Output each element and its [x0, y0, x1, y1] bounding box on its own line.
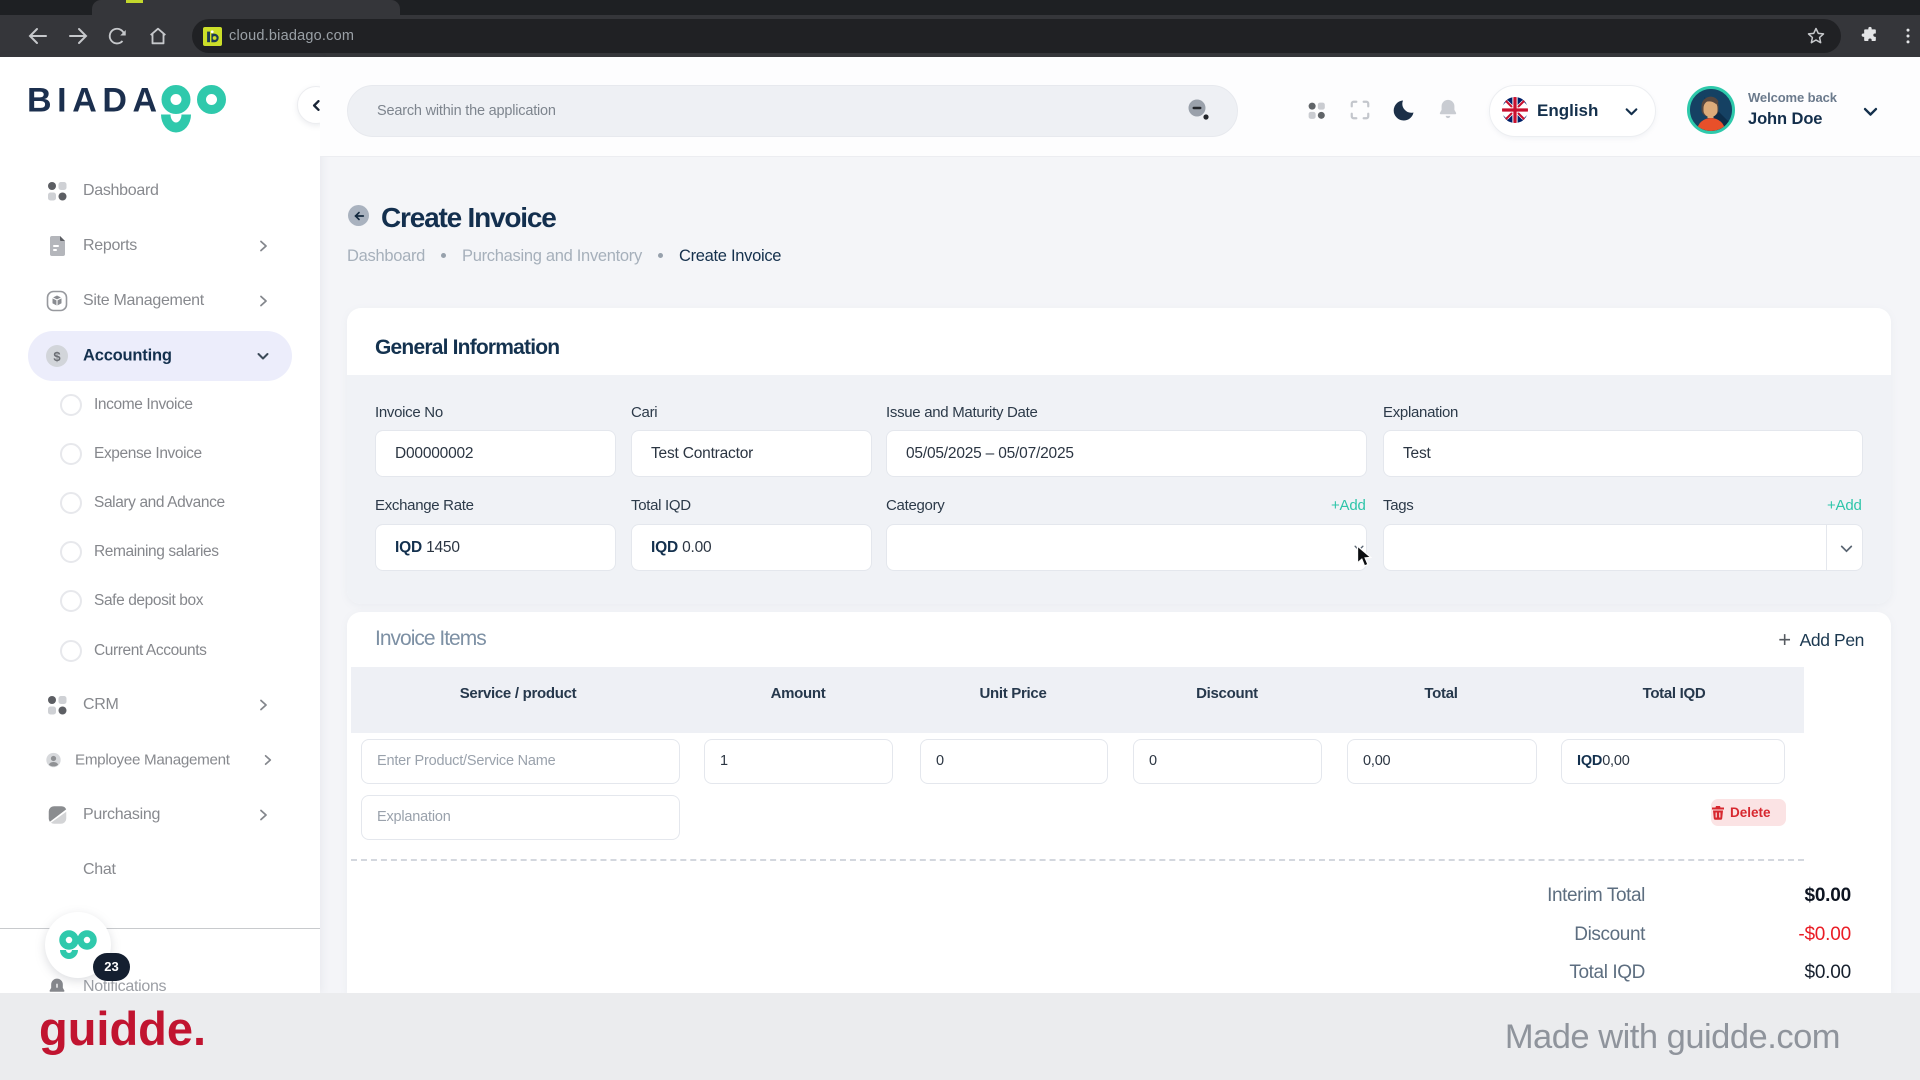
svg-text:BIADA: BIADA	[27, 84, 163, 120]
svg-text:$: $	[53, 349, 61, 364]
